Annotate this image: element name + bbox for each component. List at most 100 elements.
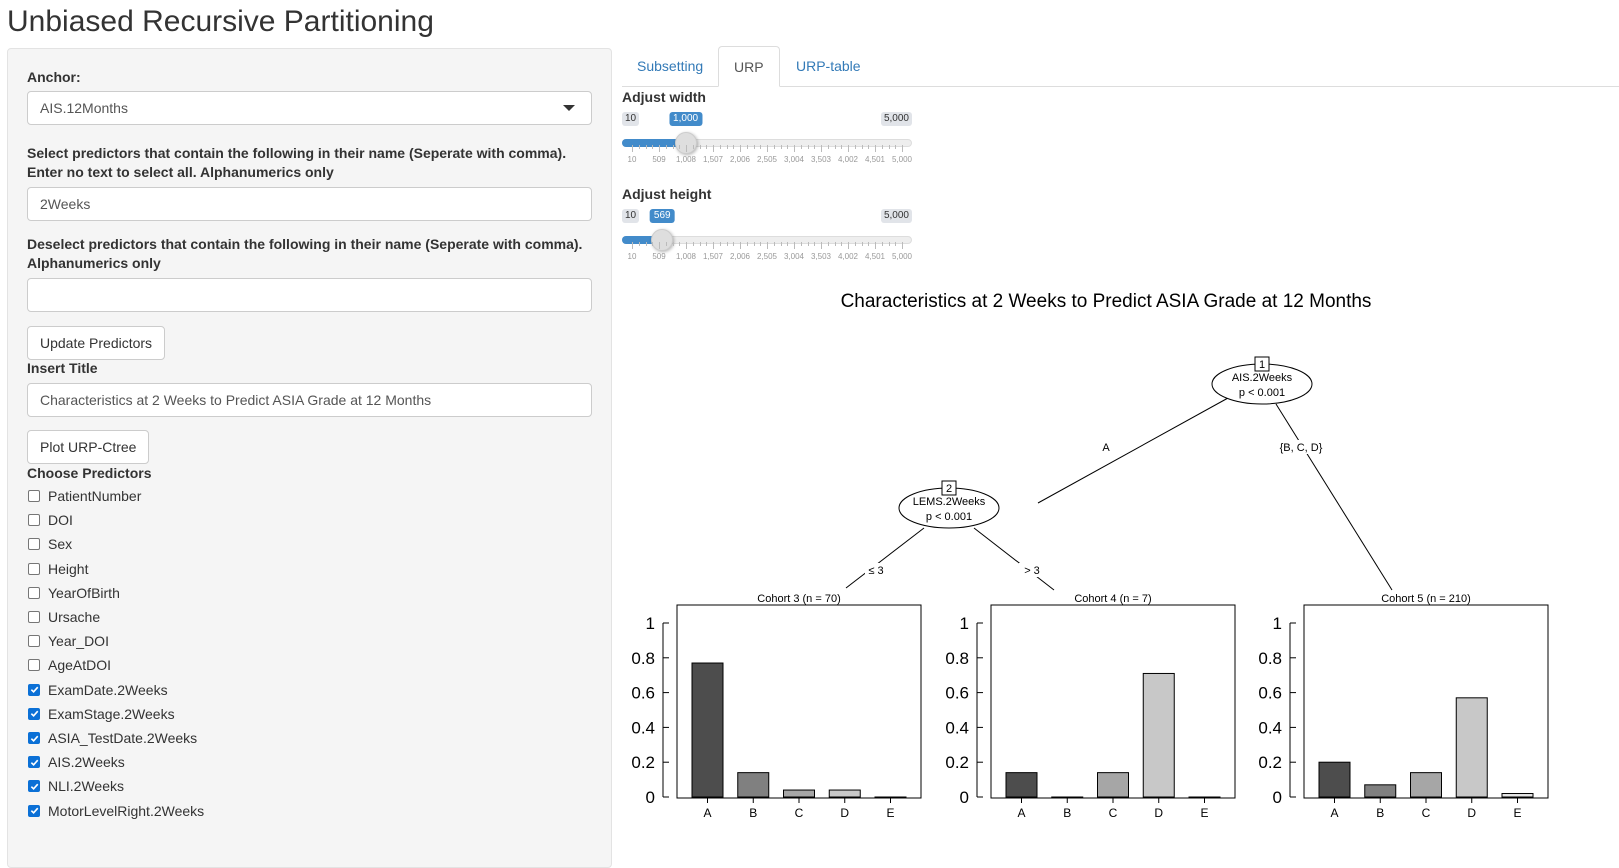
title-input[interactable]: [27, 383, 592, 417]
slider-tick: [773, 145, 775, 149]
slider-grid-label: 2,505: [756, 155, 778, 164]
checkbox-unchecked[interactable]: [28, 490, 40, 502]
checkbox-unchecked[interactable]: [28, 659, 40, 672]
y-tick-label: 0.4: [1258, 718, 1282, 737]
checkbox-unchecked[interactable]: [28, 635, 40, 648]
checkbox-checked[interactable]: [28, 804, 40, 817]
predictor-checkbox-row[interactable]: Ursache: [27, 607, 100, 627]
y-tick-label: 0.4: [631, 718, 655, 737]
checkbox-checked[interactable]: [28, 707, 40, 720]
slider-tick: [800, 242, 802, 246]
checkbox-unchecked[interactable]: [28, 611, 40, 623]
bar-b: [737, 772, 770, 798]
slider-tick: [686, 242, 687, 249]
x-tick-label: B: [749, 806, 757, 820]
predictor-checkbox-row[interactable]: Height: [27, 559, 88, 579]
slider-tick: [719, 145, 721, 149]
slider-tick: [841, 242, 843, 246]
predictor-checkbox-row[interactable]: AgeAtDOI: [27, 655, 111, 675]
bar-b: [1364, 784, 1397, 798]
predictor-label: Ursache: [48, 609, 101, 625]
slider-tick: [861, 242, 863, 246]
slider-tick: [665, 242, 667, 246]
predictor-checkbox-row[interactable]: PatientNumber: [27, 486, 141, 506]
predictor-label: Sex: [48, 536, 73, 553]
predictor-checkbox-row[interactable]: AIS.2Weeks: [27, 752, 125, 772]
edge-label-a: A: [1102, 442, 1110, 454]
tree-edge-2-4: [973, 527, 1055, 591]
slider-tick: [834, 242, 836, 246]
predictor-checkbox-row[interactable]: Sex: [27, 534, 72, 554]
predictor-checkbox-row[interactable]: MotorLevelRight.2Weeks: [27, 801, 204, 821]
slider-tick: [902, 145, 903, 152]
tab-bar: Subsetting URP URP-table: [622, 46, 1619, 87]
predictor-checkbox-row[interactable]: ExamDate.2Weeks: [27, 680, 168, 700]
y-tick-label: 0: [1273, 788, 1282, 807]
slider-grid-label: 2,505: [756, 252, 778, 261]
slider-tick: [787, 145, 789, 149]
chevron-down-icon: [563, 105, 575, 111]
slider-tick: [706, 145, 708, 149]
checkbox-checked[interactable]: [28, 683, 40, 696]
checkbox-unchecked[interactable]: [28, 538, 40, 551]
x-tick-label: A: [703, 806, 711, 820]
slider-tick: [638, 242, 640, 246]
slider-tick: [692, 242, 694, 246]
checkbox-unchecked[interactable]: [28, 586, 40, 599]
checkbox-checked[interactable]: [28, 756, 40, 769]
bar-c: [783, 789, 815, 798]
x-tick-label: B: [1376, 806, 1384, 820]
edge-label-le3: ≤ 3: [868, 565, 883, 577]
slider-tick: [794, 145, 795, 152]
predictor-label: ASIA_TestDate.2Weeks: [48, 730, 198, 746]
slider-tick: [868, 242, 870, 246]
slider-tick: [740, 145, 741, 152]
predictor-checkbox-row[interactable]: DOI: [27, 510, 73, 530]
predictor-checkbox-row[interactable]: ExamStage.2Weeks: [27, 704, 175, 724]
select-predictors-input[interactable]: [27, 187, 592, 221]
checkbox-unchecked[interactable]: [28, 562, 40, 575]
predictor-checkbox-row[interactable]: ASIA_TestDate.2Weeks: [27, 728, 197, 748]
checkbox-checked[interactable]: [28, 732, 40, 744]
slider-tick: [827, 145, 829, 149]
sidebar-panel: Anchor: AIS.12Months Select predictors t…: [7, 48, 612, 868]
slider-tick: [888, 145, 890, 149]
plot-urp-ctree-button[interactable]: Plot URP-Ctree: [27, 430, 150, 464]
predictor-checkbox-row[interactable]: NLI.2Weeks: [27, 776, 124, 796]
slider-grid-label: 4,002: [837, 155, 859, 164]
select-predictors-label-1: Select predictors that contain the follo…: [27, 145, 567, 161]
slider-tick: [672, 242, 674, 246]
tab-urp-table[interactable]: URP-table: [781, 46, 876, 87]
node-1-variable: AIS.2Weeks: [1232, 372, 1293, 384]
y-tick-label: 1: [646, 614, 655, 633]
height-slider[interactable]: 10 5,000 569 10 509 1,008 1,507 2,006 2,505 3,…: [622, 198, 912, 261]
anchor-select[interactable]: AIS.12Months: [27, 91, 592, 125]
predictor-checkbox-row[interactable]: Year_DOI: [27, 631, 109, 651]
tab-urp[interactable]: URP: [718, 46, 780, 87]
slider-tick: [726, 242, 728, 246]
checkbox-unchecked[interactable]: [28, 514, 40, 527]
slider-tick: [814, 242, 816, 246]
slider-tick: [868, 145, 870, 149]
height-slider-handle[interactable]: [651, 229, 674, 251]
predictor-checkbox-row[interactable]: YearOfBirth: [27, 583, 120, 603]
slider-grid-label: 10: [627, 155, 637, 164]
deselect-predictors-input[interactable]: [27, 278, 592, 312]
width-slider[interactable]: 10 5,000 1,000 10 509 1,008 1,507 2,006 2,505…: [622, 101, 912, 164]
y-tick-label: 0.8: [1258, 649, 1282, 668]
slider-tick: [902, 242, 903, 249]
deselect-predictors-label-1: Deselect predictors that contain the fol…: [27, 236, 583, 252]
slider-tick: [861, 145, 863, 149]
predictor-label: AIS.2Weeks: [48, 754, 125, 771]
slider-tick: [632, 145, 633, 152]
update-predictors-button[interactable]: Update Predictors: [27, 326, 166, 360]
slider-tick: [652, 145, 654, 149]
cohort-title: Cohort 5 (n = 210): [1381, 593, 1471, 605]
predictor-label: PatientNumber: [48, 488, 142, 504]
tab-subsetting[interactable]: Subsetting: [622, 46, 718, 87]
x-tick-label: B: [1063, 806, 1071, 820]
predictor-label: DOI: [48, 512, 73, 529]
checkbox-checked[interactable]: [28, 780, 40, 793]
edge-label-bcd: {B, C, D}: [1280, 442, 1323, 454]
slider-tick: [638, 145, 640, 149]
